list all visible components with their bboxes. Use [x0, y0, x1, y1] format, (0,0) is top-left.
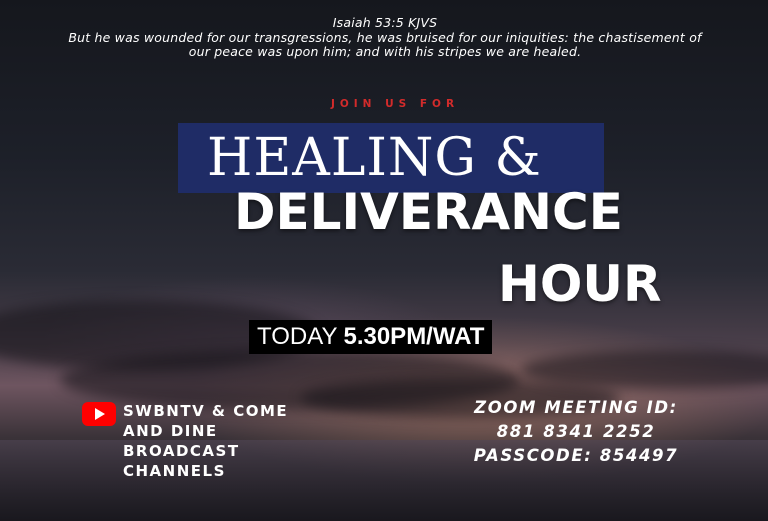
zoom-meeting-id-label: ZOOM MEETING ID: — [474, 398, 678, 417]
schedule-badge: TODAY 5.30PM/WAT — [249, 320, 493, 354]
broadcast-line: SWBNTV & COME — [123, 402, 289, 420]
broadcast-channels: SWBNTV & COME AND DINE BROADCAST CHANNEL… — [123, 401, 288, 481]
title-hour: HOUR — [498, 255, 662, 313]
flyer: Isaiah 53:5 KJVS But he was wounded for … — [0, 0, 768, 521]
schedule-day: TODAY — [257, 323, 338, 350]
broadcast-line: CHANNELS — [123, 462, 226, 480]
zoom-passcode: PASSCODE: 854497 — [473, 446, 679, 465]
broadcast-line: AND DINE — [123, 422, 218, 440]
scripture-verse: Isaiah 53:5 KJVS But he was wounded for … — [60, 15, 710, 60]
join-us-label: JOIN US FOR — [330, 98, 460, 110]
title-deliverance: DELIVERANCE — [234, 183, 623, 241]
broadcast-line: BROADCAST — [123, 442, 240, 460]
schedule-time: 5.30PM/WAT — [343, 323, 485, 350]
zoom-meeting-id: 881 8341 2252 — [496, 422, 656, 441]
youtube-icon — [82, 402, 116, 426]
verse-text: But he was wounded for our transgression… — [68, 29, 702, 59]
verse-reference: Isaiah 53:5 KJVS — [332, 15, 438, 30]
zoom-details: ZOOM MEETING ID: 881 8341 2252 PASSCODE:… — [462, 396, 690, 468]
